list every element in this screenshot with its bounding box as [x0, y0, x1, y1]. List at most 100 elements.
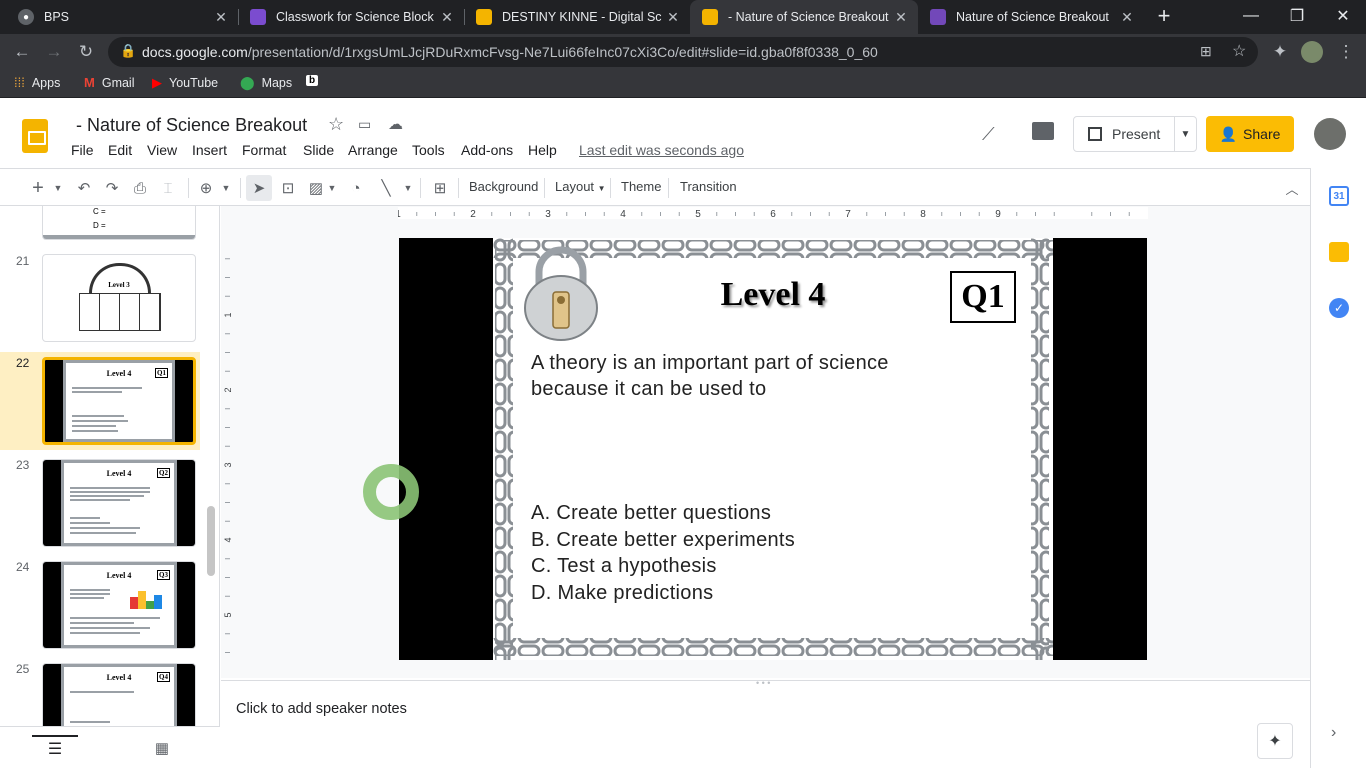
slides-logo-icon[interactable]: [22, 119, 48, 153]
menu-addons[interactable]: Add-ons: [461, 142, 513, 158]
lock-body: [79, 293, 161, 331]
text-box-icon[interactable]: ⊡: [278, 175, 298, 201]
slide-thumbnail-23[interactable]: Level 4 Q2: [42, 459, 196, 547]
browser-tab-nature-active[interactable]: - Nature of Science Breakout - ✕: [690, 0, 918, 34]
expand-side-panel-icon[interactable]: ›: [1331, 724, 1336, 742]
browser-tab-destiny[interactable]: DESTINY KINNE - Digital Scienc ✕: [464, 0, 690, 34]
bookmarks-bar: ⁞⁞⁞ Apps M Gmail ▶ YouTube ⬤ Maps b: [0, 70, 1366, 98]
star-icon[interactable]: ☆: [328, 114, 344, 135]
browser-tab-forms[interactable]: Nature of Science Breakout ✕: [918, 0, 1144, 34]
slides-favicon-icon: [476, 9, 492, 25]
menu-view[interactable]: View: [147, 142, 177, 158]
install-app-icon[interactable]: ⊞: [1200, 43, 1212, 60]
menu-insert[interactable]: Insert: [192, 142, 227, 158]
restore-icon[interactable]: ❐: [1274, 0, 1320, 32]
collapse-toolbar-icon[interactable]: ︿: [1282, 175, 1302, 201]
undo-icon[interactable]: ↶: [74, 175, 94, 201]
slide-thumbnail-24[interactable]: Level 4 Q3: [42, 561, 196, 649]
slide-number: 23: [16, 458, 30, 472]
address-bar[interactable]: 🔒 docs.google.com/presentation/d/1rxgsUm…: [108, 37, 1258, 67]
menu-format[interactable]: Format: [242, 142, 286, 158]
slide-thumbnail-25[interactable]: Level 4 Q4: [42, 663, 196, 726]
answer-lines: C = D =: [93, 207, 106, 230]
close-window-icon[interactable]: ✕: [1320, 0, 1366, 32]
add-comment-icon[interactable]: ⊞: [430, 175, 450, 201]
image-dropdown-icon[interactable]: ▼: [326, 175, 338, 201]
grid-view-icon[interactable]: ▦: [150, 735, 174, 761]
redo-icon[interactable]: ↷: [102, 175, 122, 201]
extensions-icon[interactable]: ✦: [1266, 38, 1294, 66]
close-tab-icon[interactable]: ✕: [1116, 9, 1138, 26]
ruler-label: 4: [620, 209, 626, 219]
menu-file[interactable]: File: [71, 142, 94, 158]
line-icon[interactable]: ╲: [376, 175, 396, 201]
new-slide-dropdown-icon[interactable]: ▼: [52, 175, 64, 201]
share-button[interactable]: 👤 Share: [1206, 116, 1294, 152]
bookmark-youtube[interactable]: ▶ YouTube: [152, 75, 218, 91]
ruler-label: 3: [223, 462, 233, 467]
chrome-menu-icon[interactable]: ⋮: [1332, 38, 1360, 66]
zoom-dropdown-icon[interactable]: ▼: [220, 175, 232, 201]
profile-avatar-icon[interactable]: [1298, 38, 1326, 66]
menu-edit[interactable]: Edit: [108, 142, 132, 158]
filmstrip-scrollbar[interactable]: [207, 506, 215, 576]
last-edit-link[interactable]: Last edit was seconds ago: [579, 142, 744, 158]
shape-icon[interactable]: ◔: [346, 175, 366, 201]
menu-arrange[interactable]: Arrange: [348, 142, 398, 158]
new-tab-icon[interactable]: +: [1150, 0, 1178, 32]
layout-dropdown-icon: ▼: [597, 184, 606, 193]
menu-help[interactable]: Help: [528, 142, 557, 158]
theme-button[interactable]: Theme: [621, 179, 661, 194]
present-button[interactable]: Present ▼: [1073, 116, 1197, 152]
select-cursor-icon[interactable]: ➤: [246, 175, 272, 201]
tasks-icon[interactable]: ✓: [1329, 298, 1349, 318]
minimize-icon[interactable]: —: [1228, 0, 1274, 32]
present-dropdown-icon[interactable]: ▼: [1174, 117, 1196, 151]
line-dropdown-icon[interactable]: ▼: [402, 175, 414, 201]
bookmark-star-icon[interactable]: ☆: [1232, 41, 1246, 61]
forward-icon[interactable]: →: [40, 38, 68, 66]
list-view-icon[interactable]: ☰: [32, 735, 78, 761]
document-title[interactable]: - Nature of Science Breakout: [76, 115, 307, 136]
account-avatar[interactable]: [1314, 118, 1346, 150]
slide-thumbnail-22[interactable]: Level 4 Q1: [42, 357, 196, 445]
slide-thumbnail-21[interactable]: Level 3: [42, 254, 196, 342]
keep-icon[interactable]: [1329, 242, 1349, 262]
bookmark-extra[interactable]: b: [306, 75, 319, 86]
activity-trend-icon[interactable]: ⟋: [982, 124, 995, 145]
tab-title: BPS: [44, 10, 70, 24]
menu-tools[interactable]: Tools: [412, 142, 445, 158]
image-icon[interactable]: ▨: [306, 175, 326, 201]
paint-format-icon[interactable]: ⌶: [158, 175, 178, 201]
background-button[interactable]: Background: [469, 179, 538, 194]
speaker-notes[interactable]: • • • Click to add speaker notes ✦: [221, 678, 1310, 768]
reload-icon[interactable]: ↻: [72, 38, 100, 66]
browser-navbar: ← → ↻ 🔒 docs.google.com/presentation/d/1…: [0, 34, 1366, 70]
current-slide[interactable]: Level 4 Q1 A theory is an important part…: [399, 238, 1147, 660]
bookmark-gmail[interactable]: M Gmail: [84, 75, 135, 90]
slide-thumbnail-20[interactable]: C = D =: [42, 206, 196, 240]
close-tab-icon[interactable]: ✕: [662, 9, 684, 26]
explore-icon[interactable]: ✦: [1257, 723, 1293, 759]
layout-button[interactable]: Layout ▼: [555, 179, 606, 194]
cloud-saved-icon[interactable]: ☁: [388, 115, 403, 133]
transition-button[interactable]: Transition: [680, 179, 737, 194]
menu-slide[interactable]: Slide: [303, 142, 334, 158]
new-slide-icon[interactable]: +: [28, 175, 48, 201]
zoom-icon[interactable]: ⊕: [196, 175, 216, 201]
answer-a: A. Create better questions: [531, 502, 772, 524]
move-folder-icon[interactable]: ▭: [358, 116, 371, 133]
bookmark-maps[interactable]: ⬤ Maps: [240, 75, 292, 91]
back-icon[interactable]: ←: [8, 38, 36, 66]
tab-title: DESTINY KINNE - Digital Scienc: [502, 10, 662, 24]
print-icon[interactable]: ⎙: [130, 175, 150, 201]
close-tab-icon[interactable]: ✕: [890, 9, 912, 26]
close-tab-icon[interactable]: ✕: [210, 9, 232, 26]
comments-icon[interactable]: [1032, 122, 1054, 140]
browser-tab-classwork[interactable]: Classwork for Science Block 4 S ✕: [238, 0, 464, 34]
browser-tab-bps[interactable]: ● BPS ✕: [6, 0, 238, 34]
bookmark-apps[interactable]: ⁞⁞⁞ Apps: [14, 75, 60, 90]
notes-resize-handle[interactable]: • • •: [756, 678, 770, 688]
calendar-icon[interactable]: 31: [1329, 186, 1349, 206]
close-tab-icon[interactable]: ✕: [436, 9, 458, 26]
